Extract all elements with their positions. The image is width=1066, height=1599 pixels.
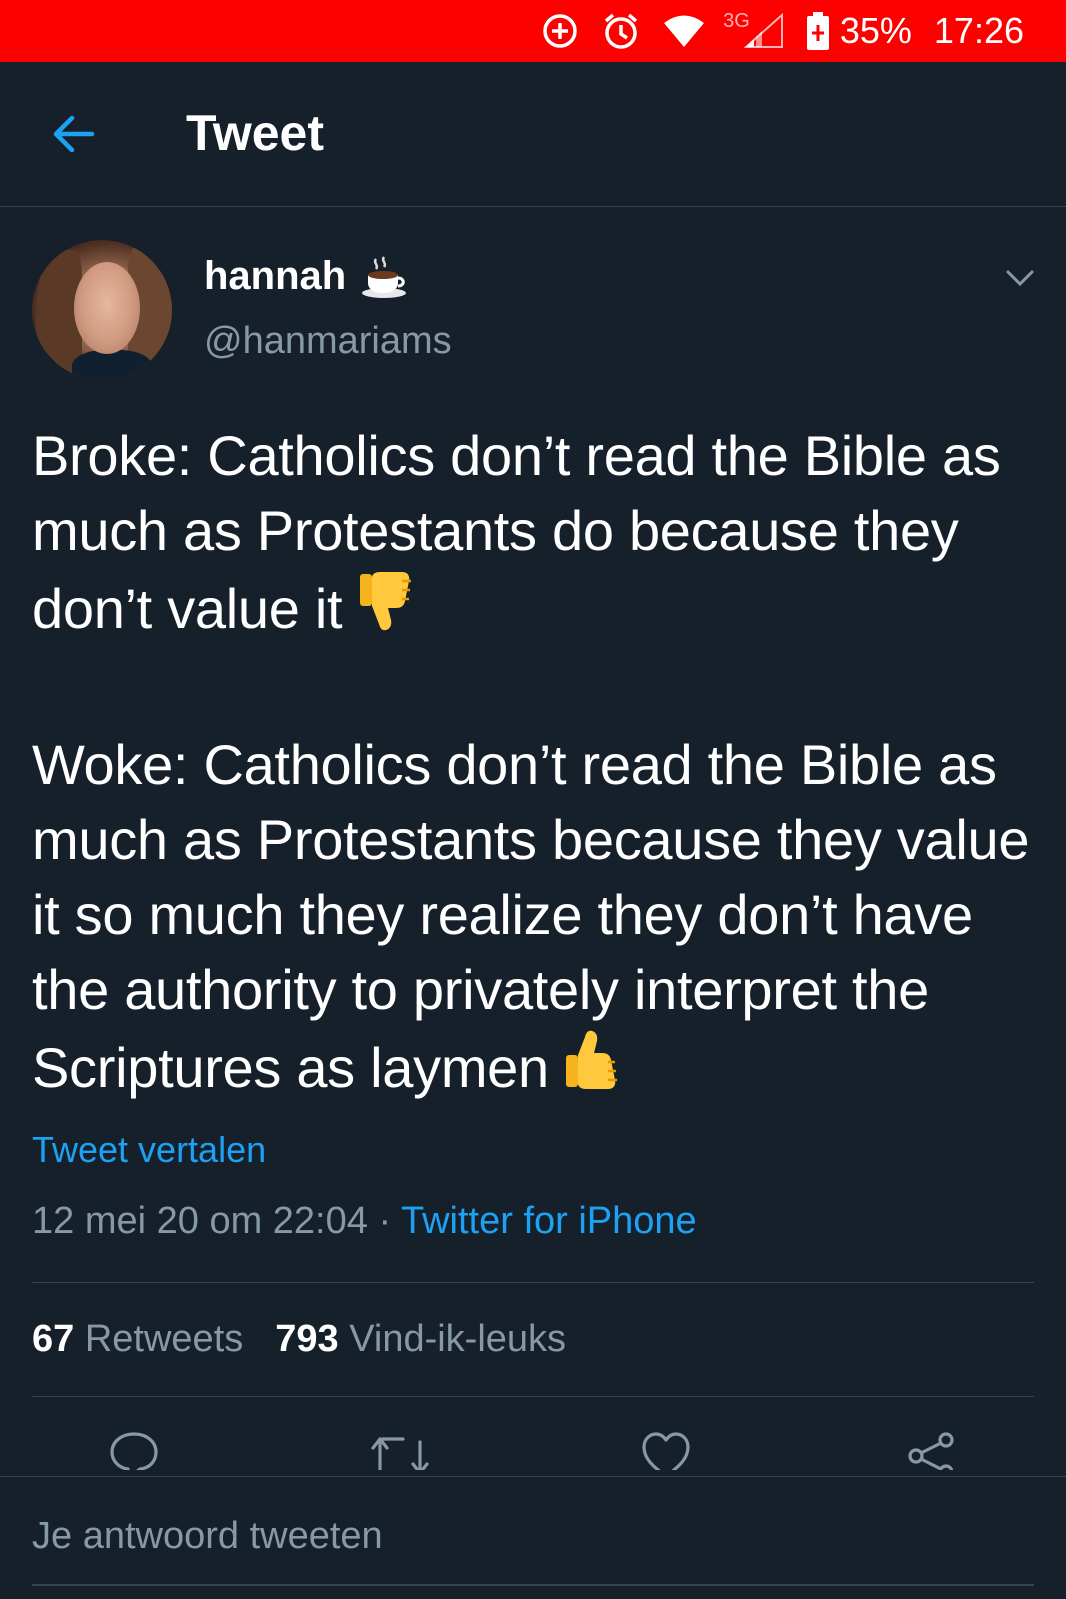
thumbs-up-emoji — [564, 1027, 630, 1111]
tweet-meta: 12 mei 20 om 22:04 · Twitter for iPhone — [32, 1200, 697, 1243]
tweet-header: Tweet — [0, 62, 1066, 207]
likes-label: Vind-ik-leuks — [349, 1318, 567, 1360]
likes-stat[interactable]: 793 Vind-ik-leuks — [275, 1318, 566, 1361]
avatar[interactable] — [32, 240, 172, 380]
wifi-icon — [663, 14, 705, 48]
reply-bar — [0, 1476, 1066, 1599]
author-handle[interactable]: @hanmariams — [204, 320, 452, 363]
tweet-source-link[interactable]: Twitter for iPhone — [401, 1200, 697, 1242]
page-title: Tweet — [186, 105, 324, 161]
signal-icon: 3G — [723, 9, 784, 49]
back-arrow-icon — [53, 115, 95, 153]
tweet-paragraph-2-text: Woke: Catholics don’t read the Bible as … — [32, 733, 1030, 1099]
tweet-paragraph: Broke: Catholics don’t read the Bible as… — [32, 418, 1042, 652]
battery-percentage: 35% — [839, 10, 912, 51]
status-bar: 3G 35% 17:26 — [0, 0, 1066, 62]
divider — [32, 1396, 1034, 1397]
retweets-count: 67 — [32, 1318, 75, 1360]
reply-underline — [32, 1584, 1034, 1586]
retweets-label: Retweets — [84, 1318, 244, 1360]
reply-input[interactable] — [32, 1511, 1034, 1561]
tweet-paragraph-1-text: Broke: Catholics don’t read the Bible as… — [32, 424, 1001, 640]
network-type-label: 3G — [723, 9, 750, 32]
likes-count: 793 — [275, 1318, 339, 1360]
divider — [32, 1282, 1034, 1283]
reply-icon — [110, 1432, 158, 1470]
author-display-name[interactable]: hannah — [204, 254, 408, 299]
tweet-text: Broke: Catholics don’t read the Bible as… — [32, 418, 1042, 1111]
tweet-actions — [0, 1430, 1066, 1470]
translate-tweet-link[interactable]: Tweet vertalen — [32, 1129, 266, 1171]
display-name-text: hannah — [204, 254, 347, 298]
retweet-button[interactable] — [370, 1430, 429, 1470]
retweets-stat[interactable]: 67 Retweets — [32, 1318, 243, 1361]
retweet-icon — [371, 1437, 429, 1470]
back-button[interactable] — [48, 108, 100, 160]
tweet-timestamp: 12 mei 20 om 22:04 — [32, 1200, 368, 1242]
tweet-paragraph: Woke: Catholics don’t read the Bible as … — [32, 727, 1042, 1111]
meta-separator: · — [367, 1200, 401, 1242]
chevron-down-icon — [1006, 270, 1034, 287]
tweet-stats: 67 Retweets 793 Vind-ik-leuks — [32, 1318, 566, 1361]
data-saver-icon — [541, 12, 579, 50]
battery-charging-icon — [806, 11, 830, 51]
like-icon — [642, 1432, 690, 1470]
share-button[interactable] — [906, 1430, 958, 1470]
clock: 17:26 — [933, 10, 1024, 51]
hot-beverage-emoji — [360, 255, 408, 299]
alarm-icon — [601, 11, 641, 51]
tweet-options-button[interactable] — [1002, 262, 1038, 294]
thumbs-down-emoji — [358, 568, 424, 652]
reply-button[interactable] — [108, 1430, 160, 1470]
like-button[interactable] — [640, 1430, 692, 1470]
share-icon — [908, 1432, 954, 1470]
